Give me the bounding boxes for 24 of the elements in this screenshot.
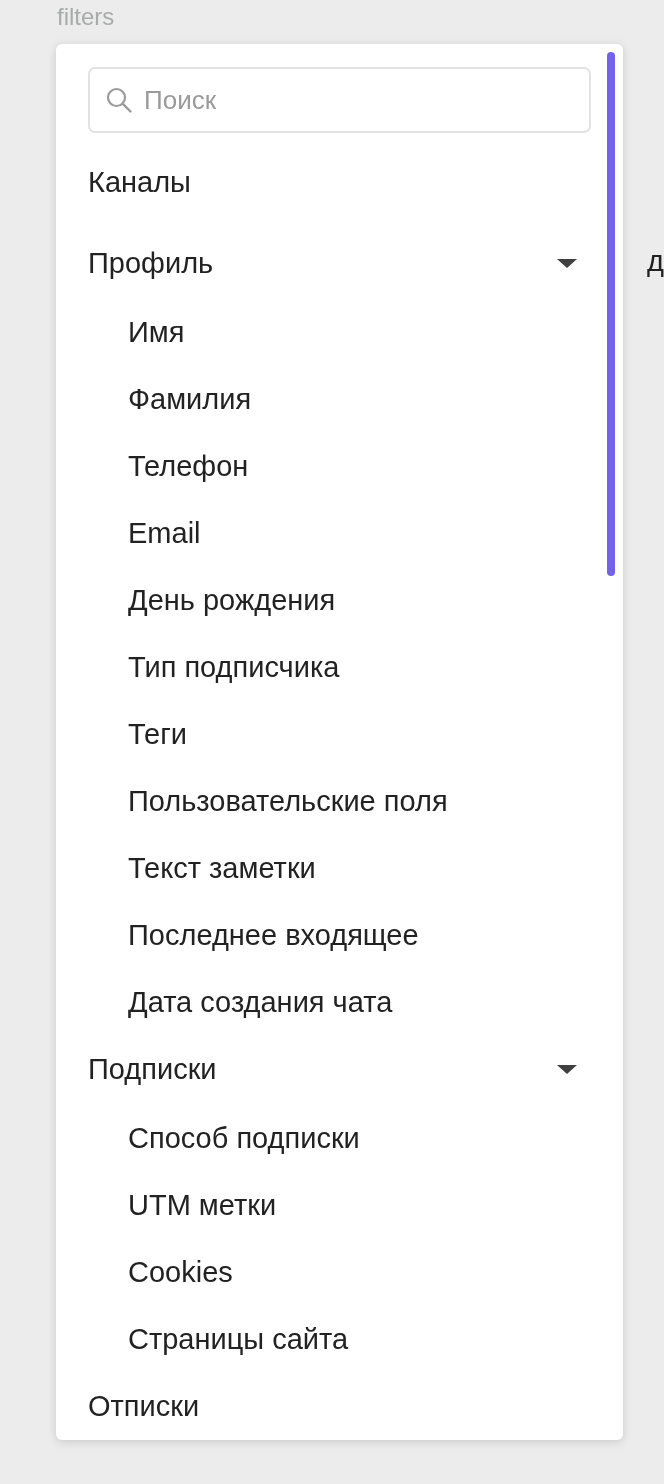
submenu-item[interactable]: Теги xyxy=(88,701,592,768)
submenu-item[interactable]: Дата создания чата xyxy=(88,969,592,1036)
submenu-item[interactable]: Способ подписки xyxy=(88,1105,592,1172)
submenu-item[interactable]: День рождения xyxy=(88,567,592,634)
menu-item[interactable]: Подписки xyxy=(88,1036,592,1103)
search-field[interactable]: Поиск xyxy=(88,67,592,133)
submenu-item[interactable]: Телефон xyxy=(88,433,592,500)
submenu-item[interactable]: Текст заметки xyxy=(88,835,592,902)
side-text: д xyxy=(647,245,664,277)
submenu-item[interactable]: Пользовательские поля xyxy=(88,768,592,835)
menu-item[interactable]: Профиль xyxy=(88,230,592,297)
menu-item[interactable]: Отписки xyxy=(88,1373,592,1440)
submenu-item[interactable]: Фамилия xyxy=(88,366,592,433)
scrollbar-thumb[interactable] xyxy=(607,52,616,576)
submenu-item[interactable]: UTM метки xyxy=(88,1172,592,1239)
submenu-item[interactable]: Имя xyxy=(88,299,592,366)
submenu-item[interactable]: Страницы сайта xyxy=(88,1306,592,1373)
submenu-item[interactable]: Последнее входящее xyxy=(88,902,592,969)
submenu-item[interactable]: Тип подписчика xyxy=(88,634,592,701)
page-title: filters xyxy=(57,3,115,30)
menu-item[interactable]: Каналы xyxy=(88,149,592,216)
search-icon xyxy=(106,87,132,113)
submenu-item[interactable]: Cookies xyxy=(88,1239,592,1306)
submenu-item[interactable]: Email xyxy=(88,500,592,567)
